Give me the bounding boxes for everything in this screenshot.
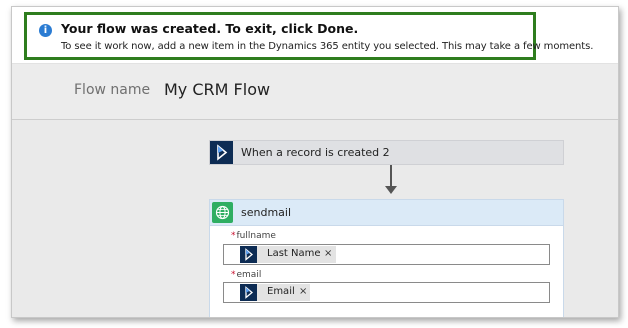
- email-field[interactable]: Email ×: [223, 282, 550, 303]
- last-name-token-label: Last Name: [267, 248, 321, 259]
- connector-arrow-icon: [385, 186, 397, 194]
- required-marker: *: [231, 270, 236, 280]
- remove-token-icon[interactable]: ×: [324, 248, 332, 259]
- email-label-text: email: [236, 270, 262, 280]
- action-title: sendmail: [241, 206, 292, 219]
- flow-name-bar: Flow name My CRM Flow: [12, 64, 618, 120]
- dynamics-365-icon: [210, 141, 233, 164]
- remove-token-icon[interactable]: ×: [299, 286, 307, 297]
- fullname-field[interactable]: Last Name ×: [223, 244, 550, 265]
- globe-icon: [212, 202, 233, 223]
- action-header[interactable]: sendmail: [210, 200, 563, 226]
- required-marker: *: [231, 231, 236, 241]
- notification-box: i Your flow was created. To exit, click …: [24, 12, 593, 60]
- flow-name-label: Flow name: [74, 82, 151, 98]
- flow-name-input[interactable]: My CRM Flow: [164, 80, 270, 99]
- last-name-token[interactable]: Last Name ×: [240, 246, 336, 263]
- dynamics-365-icon: [240, 246, 257, 263]
- notification-title: Your flow was created. To exit, click Do…: [61, 21, 359, 36]
- notification-message: To see it work now, add a new item in th…: [61, 41, 594, 52]
- dynamics-365-icon: [240, 284, 257, 301]
- fullname-label: *fullname: [231, 231, 276, 241]
- notification-bar: i Your flow was created. To exit, click …: [12, 7, 618, 64]
- action-card: sendmail *fullname Last Name × *email Em…: [209, 199, 564, 317]
- info-icon: i: [39, 24, 52, 37]
- email-label: *email: [231, 270, 261, 280]
- fullname-label-text: fullname: [236, 231, 276, 241]
- flow-designer-window: i Your flow was created. To exit, click …: [11, 6, 619, 318]
- email-token-label: Email: [267, 286, 295, 297]
- trigger-card[interactable]: When a record is created 2: [209, 140, 564, 165]
- flow-canvas: When a record is created 2 sendmail *ful…: [12, 120, 618, 317]
- email-token[interactable]: Email ×: [240, 284, 310, 301]
- trigger-label: When a record is created 2: [241, 146, 390, 159]
